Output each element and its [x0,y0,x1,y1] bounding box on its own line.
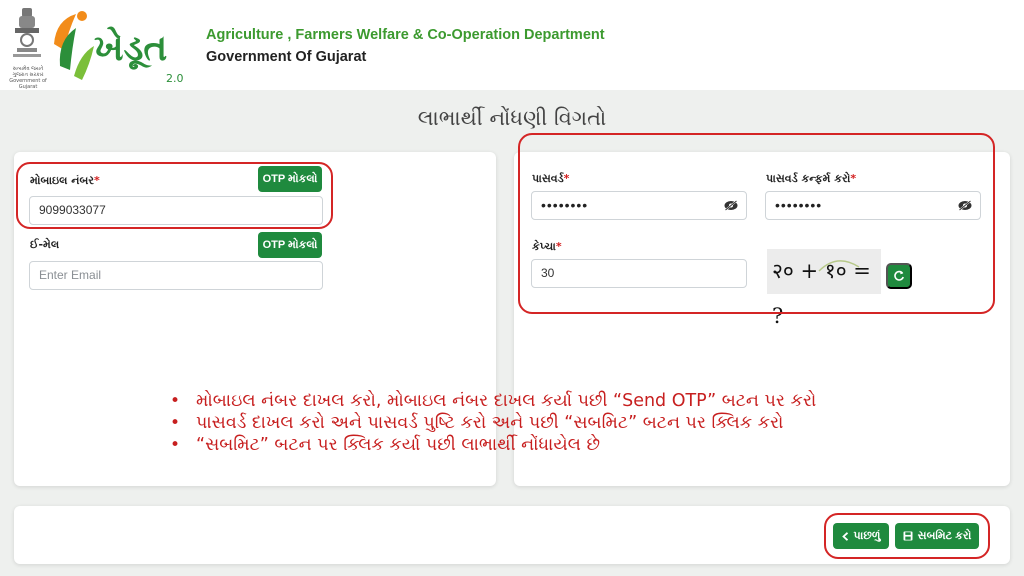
khedut-logo: ખેડૂત 2.0 [54,11,184,84]
department-name: Agriculture , Farmers Welfare & Co-Opera… [206,27,605,43]
site-header: સત્યમેવ જયતે ગુજરાત સરકાર Government of Gu… [0,0,1024,90]
email-input[interactable]: Enter Email [29,261,323,290]
actions-highlight [824,513,990,559]
page-title: લાભાર્થી નોંધણી વિગતો [417,106,607,130]
logo-text: ખેડૂત [94,26,167,71]
instruction-item: “સબમિટ” બટન પર ક્લિક કર્યા પછી લાભાર્થી … [168,434,948,456]
government-name: Government Of Gujarat [206,49,367,65]
mobile-highlight [16,162,333,229]
instruction-item: મોબાઇલ નંબર દાખલ કરો, મોબાઇલ નંબર દાખલ ક… [168,390,948,412]
logo-version: 2.0 [166,72,184,84]
emblem-caption: સત્યમેવ જયતે ગુજરાત સરકાર Government of Gu… [9,66,47,90]
instruction-list: મોબાઇલ નંબર દાખલ કરો, મોબાઇલ નંબર દાખલ ક… [168,390,948,456]
password-highlight [518,133,995,314]
send-email-otp-button[interactable]: OTP મોકલો [258,232,322,258]
instruction-item: પાસવર્ડ દાખલ કરો અને પાસવર્ડ પુષ્ટિ કરો … [168,412,948,434]
email-label: ઈ-મેલ [30,238,60,251]
state-emblem-icon [13,8,41,57]
